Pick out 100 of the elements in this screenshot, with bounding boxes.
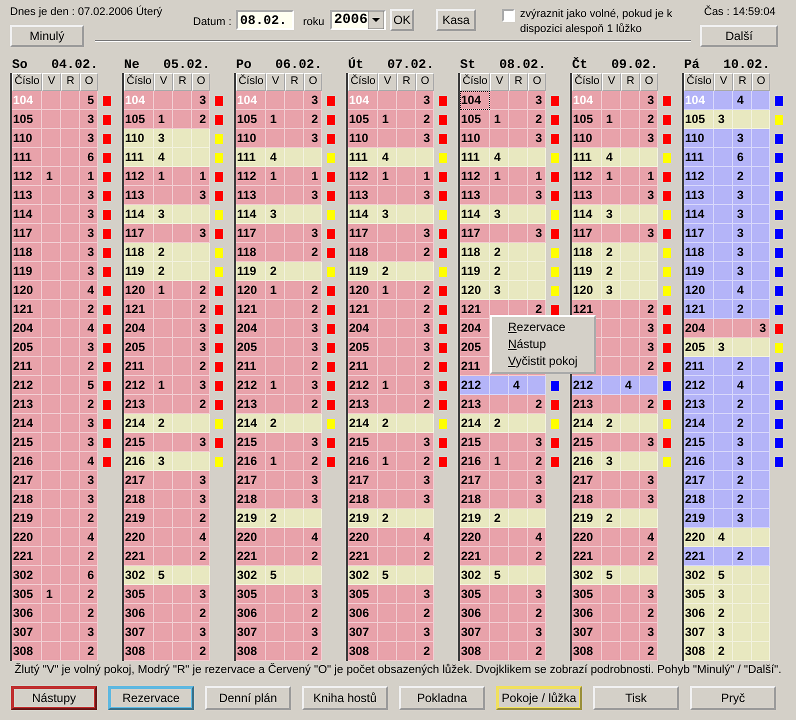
occupied-count: 2 (87, 511, 94, 525)
room-number: 308 (349, 644, 370, 658)
room-number: 307 (237, 625, 258, 639)
reserved-count: 4 (737, 283, 744, 297)
room-number: 111 (237, 150, 256, 164)
occupied-count: 2 (647, 606, 654, 620)
occupied-count: 3 (535, 131, 542, 145)
free-count: 2 (606, 264, 613, 278)
room-number: 121 (349, 302, 370, 316)
room-number: 306 (125, 606, 146, 620)
occupied-count: 3 (87, 188, 94, 202)
room-number: 216 (461, 454, 482, 468)
room-number: 121 (125, 302, 146, 316)
room-number: 105 (125, 112, 146, 126)
occupied-count: 3 (311, 587, 318, 601)
free-count: 3 (606, 454, 613, 468)
occupied-count: 2 (423, 283, 430, 297)
occupied-count: 2 (311, 283, 318, 297)
room-number: 213 (125, 397, 146, 411)
room-number: 212 (349, 378, 370, 392)
room-number: 216 (125, 454, 146, 468)
free-count: 3 (158, 131, 165, 145)
occupied-count: 2 (647, 397, 654, 411)
occupied-count: 3 (535, 93, 542, 107)
room-number: 117 (461, 226, 480, 240)
room-number: 215 (125, 435, 146, 449)
occupied-count: 3 (87, 625, 94, 639)
room-number: 205 (685, 340, 706, 354)
room-number: 119 (13, 264, 32, 278)
free-count: 2 (270, 264, 277, 278)
occupied-count: 2 (311, 302, 318, 316)
room-number: 119 (685, 264, 704, 278)
room-number: 113 (13, 188, 32, 202)
room-number: 217 (349, 473, 370, 487)
occupied-count: 2 (423, 606, 430, 620)
occupied-count: 1 (535, 169, 542, 183)
room-number: 111 (125, 150, 144, 164)
room-number: 111 (349, 150, 368, 164)
occupied-count: 3 (199, 587, 206, 601)
occupied-count: 3 (311, 492, 318, 506)
room-number: 118 (349, 245, 368, 259)
reserved-count: 2 (737, 549, 744, 563)
room-number: 112 (349, 169, 368, 183)
room-number: 221 (125, 549, 146, 563)
free-count: 4 (382, 150, 389, 164)
free-count: 2 (606, 245, 613, 259)
room-number: 213 (349, 397, 370, 411)
occupied-count: 3 (311, 625, 318, 639)
room-number: 216 (237, 454, 258, 468)
room-number: 307 (573, 625, 594, 639)
occupied-count: 3 (535, 188, 542, 202)
room-number: 216 (13, 454, 34, 468)
occupied-count: 3 (87, 435, 94, 449)
free-count: 1 (606, 112, 613, 126)
occupied-count: 2 (87, 302, 94, 316)
free-count: 1 (158, 169, 165, 183)
free-count: 3 (158, 207, 165, 221)
free-count: 2 (158, 245, 165, 259)
occupied-count: 2 (535, 549, 542, 563)
free-count: 5 (158, 568, 165, 582)
occupied-count: 2 (535, 644, 542, 658)
room-number: 117 (237, 226, 256, 240)
reserved-count: 2 (737, 169, 744, 183)
occupied-count: 2 (423, 644, 430, 658)
free-count: 5 (270, 568, 277, 582)
day-date: 09.02. (611, 56, 658, 72)
room-number: 212 (461, 378, 482, 392)
room-number: 105 (13, 112, 34, 126)
room-number: 119 (573, 264, 592, 278)
occupied-count: 2 (423, 302, 430, 316)
occupied-count: 2 (423, 454, 430, 468)
room-number: 110 (573, 131, 592, 145)
free-count: 1 (494, 112, 501, 126)
occupied-count: 2 (311, 112, 318, 126)
room-number: 211 (461, 359, 480, 373)
reserved-count: 4 (513, 378, 520, 392)
free-count: 1 (382, 169, 389, 183)
room-number: 117 (13, 226, 32, 240)
room-number: 214 (237, 416, 258, 430)
room-number: 220 (13, 530, 34, 544)
room-number: 306 (237, 606, 258, 620)
room-number: 306 (13, 606, 34, 620)
room-number: 307 (125, 625, 146, 639)
room-number: 302 (573, 568, 594, 582)
room-number: 212 (685, 378, 706, 392)
room-number: 117 (685, 226, 704, 240)
room-number: 110 (685, 131, 704, 145)
occupied-count: 3 (647, 625, 654, 639)
room-number: 219 (125, 511, 146, 525)
room-number: 305 (13, 587, 34, 601)
occupied-count: 2 (311, 245, 318, 259)
occupied-count: 3 (199, 188, 206, 202)
occupied-count: 2 (647, 302, 654, 316)
room-number: 105 (685, 112, 706, 126)
free-count: 1 (158, 112, 165, 126)
free-count: 3 (718, 587, 725, 601)
room-number: 111 (685, 150, 704, 164)
room-number: 218 (349, 492, 370, 506)
reserved-count: 3 (737, 226, 744, 240)
room-number: 215 (685, 435, 706, 449)
